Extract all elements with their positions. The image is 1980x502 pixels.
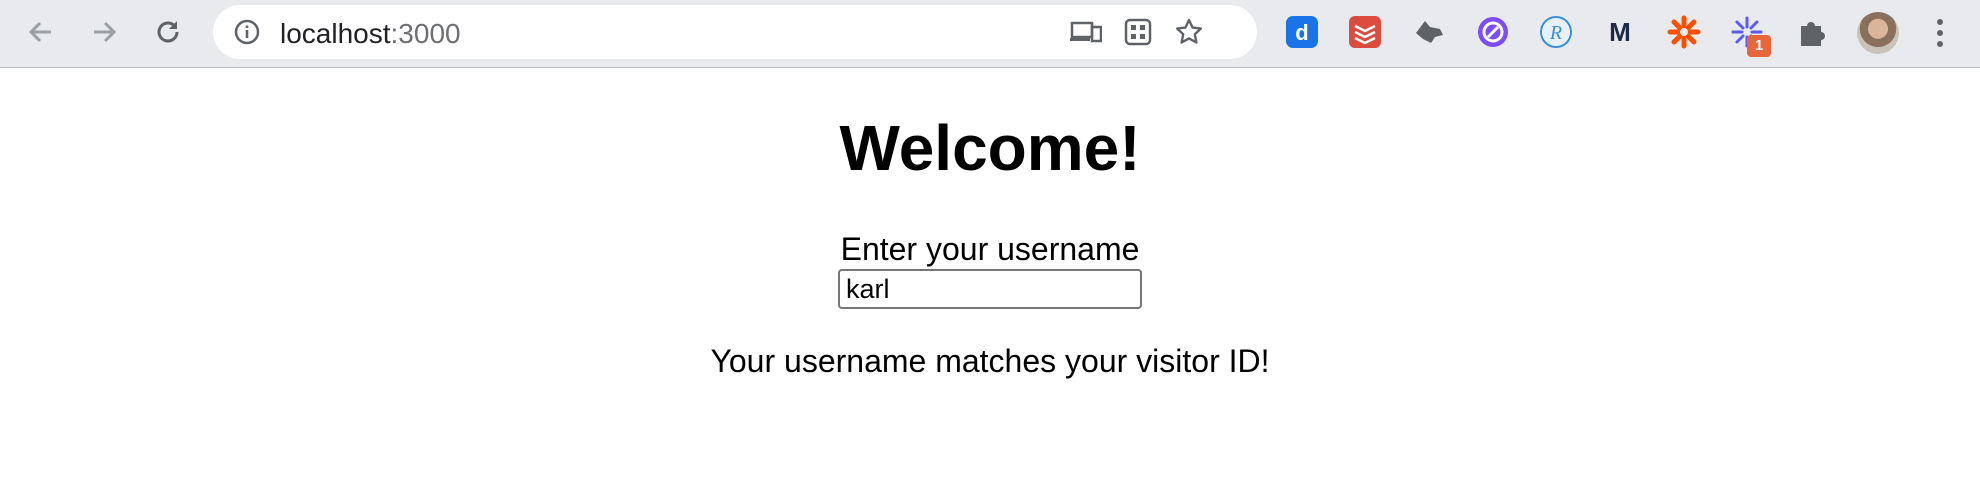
reload-button[interactable] (148, 12, 188, 52)
extension-r-circle[interactable]: R (1538, 13, 1574, 51)
browser-menu-button[interactable] (1926, 14, 1954, 52)
forward-arrow-icon (94, 21, 117, 43)
wolf-icon (1416, 21, 1443, 43)
extension-sparkle[interactable]: 1 (1729, 13, 1771, 57)
page-content: Welcome! Enter your username Your userna… (0, 68, 1980, 501)
extension-wolf[interactable] (1411, 13, 1447, 51)
svg-text:M: M (1609, 17, 1631, 47)
extension-zapier[interactable] (1666, 13, 1702, 51)
bookmark-star-icon[interactable] (1173, 16, 1205, 48)
m-logo-icon: M (1609, 17, 1631, 47)
username-label: Enter your username (840, 231, 1140, 267)
extension-circle-arrow[interactable] (1475, 13, 1511, 51)
browser-toolbar: localhost:3000 d R M 1 (0, 0, 1980, 68)
back-arrow-icon (28, 21, 51, 43)
qr-code-icon[interactable] (1122, 16, 1154, 48)
page-title: Welcome! (839, 112, 1141, 184)
extensions-menu-button[interactable] (1793, 13, 1829, 51)
svg-text:R: R (1549, 22, 1562, 44)
menu-dot-icon (1937, 30, 1943, 36)
info-icon[interactable] (231, 16, 263, 48)
forward-button[interactable] (84, 12, 124, 52)
reload-icon (157, 21, 179, 43)
address-bar[interactable]: localhost:3000 (213, 5, 1257, 59)
todoist-icon (1349, 16, 1381, 48)
menu-dot-icon (1937, 19, 1943, 25)
extension-m-logo[interactable]: M (1602, 13, 1638, 51)
url-host: localhost (280, 18, 391, 49)
extension-badge: 1 (1747, 35, 1771, 57)
username-input[interactable] (838, 269, 1142, 309)
back-button[interactable] (21, 12, 61, 52)
profile-avatar[interactable] (1857, 12, 1899, 54)
zapier-icon (1667, 15, 1701, 49)
dayone-icon: d (1286, 16, 1318, 48)
url-port: :3000 (390, 18, 461, 49)
extension-todoist[interactable] (1347, 13, 1383, 51)
menu-dot-icon (1937, 41, 1943, 47)
status-message: Your username matches your visitor ID! (710, 343, 1270, 379)
url-text[interactable]: localhost:3000 (280, 19, 461, 49)
cast-devices-icon[interactable] (1070, 16, 1102, 48)
circle-arrow-icon (1478, 17, 1508, 47)
puzzle-icon (1801, 22, 1825, 46)
svg-text:d: d (1295, 20, 1308, 45)
r-circle-icon: R (1540, 16, 1572, 48)
extension-dayone[interactable]: d (1284, 13, 1320, 51)
